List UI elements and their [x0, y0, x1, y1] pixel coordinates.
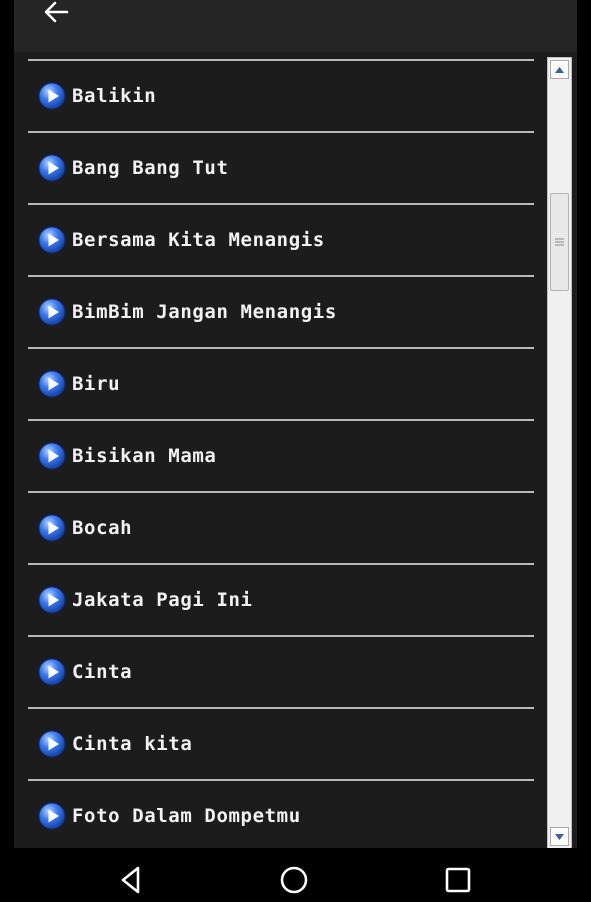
- song-title: BimBim Jangan Menangis: [72, 301, 337, 323]
- nav-home-button[interactable]: [272, 858, 316, 902]
- song-title: Balikin: [72, 85, 157, 107]
- app-window: Balikin Bang Bang Tut Bersama Kita Menangi…: [14, 0, 577, 848]
- play-circle-icon: [38, 370, 66, 398]
- play-circle-icon: [38, 586, 66, 614]
- song-title: Cinta: [72, 661, 133, 683]
- song-list-item[interactable]: Bisikan Mama: [28, 421, 534, 491]
- song-title: Cinta kita: [72, 733, 193, 755]
- play-circle-icon: [38, 442, 66, 470]
- home-circle-icon: [280, 866, 308, 894]
- song-title: Bersama Kita Menangis: [72, 229, 325, 251]
- screen-frame-right: [577, 0, 591, 848]
- song-title: Biru: [72, 373, 121, 395]
- scroll-up-button[interactable]: [550, 60, 569, 79]
- back-button[interactable]: [36, 0, 76, 30]
- back-triangle-icon: [121, 866, 140, 894]
- toolbar: [14, 0, 577, 52]
- play-circle-icon: [38, 226, 66, 254]
- scroll-up-arrow-icon: [555, 66, 564, 73]
- grip-lines-icon: [555, 238, 564, 246]
- nav-back-button[interactable]: [109, 858, 153, 902]
- scroll-down-arrow-icon: [555, 833, 564, 840]
- song-list-item[interactable]: Cinta: [28, 637, 534, 707]
- song-list-item[interactable]: Bersama Kita Menangis: [28, 205, 534, 275]
- song-title: Foto Dalam Dompetmu: [72, 805, 301, 827]
- song-list-panel: Balikin Bang Bang Tut Bersama Kita Menangi…: [14, 55, 577, 848]
- song-list-item[interactable]: Cinta kita: [28, 709, 534, 779]
- play-circle-icon: [38, 730, 66, 758]
- song-list-item[interactable]: Foto Dalam Dompetmu: [28, 781, 534, 848]
- scroll-down-button[interactable]: [550, 827, 569, 846]
- system-nav-bar: [0, 848, 591, 900]
- play-circle-icon: [38, 82, 66, 110]
- song-list-item[interactable]: Bang Bang Tut: [28, 133, 534, 203]
- nav-recents-button[interactable]: [436, 858, 480, 902]
- play-circle-icon: [38, 514, 66, 542]
- arrow-left-icon: [44, 1, 69, 23]
- song-list-item[interactable]: Balikin: [28, 61, 534, 131]
- vertical-scrollbar[interactable]: [547, 57, 572, 848]
- screen-frame-left: [0, 0, 14, 848]
- song-list-item[interactable]: BimBim Jangan Menangis: [28, 277, 534, 347]
- song-list-item[interactable]: Biru: [28, 349, 534, 419]
- song-title: Jakata Pagi Ini: [72, 589, 253, 611]
- song-title: Bang Bang Tut: [72, 157, 229, 179]
- play-circle-icon: [38, 802, 66, 830]
- song-list: Balikin Bang Bang Tut Bersama Kita Menangi…: [28, 59, 534, 848]
- play-circle-icon: [38, 298, 66, 326]
- song-list-item[interactable]: Bocah: [28, 493, 534, 563]
- play-circle-icon: [38, 658, 66, 686]
- song-list-item[interactable]: Jakata Pagi Ini: [28, 565, 534, 635]
- song-title: Bisikan Mama: [72, 445, 217, 467]
- scroll-thumb[interactable]: [550, 193, 569, 291]
- song-title: Bocah: [72, 517, 133, 539]
- play-circle-icon: [38, 154, 66, 182]
- recents-square-icon: [445, 867, 471, 893]
